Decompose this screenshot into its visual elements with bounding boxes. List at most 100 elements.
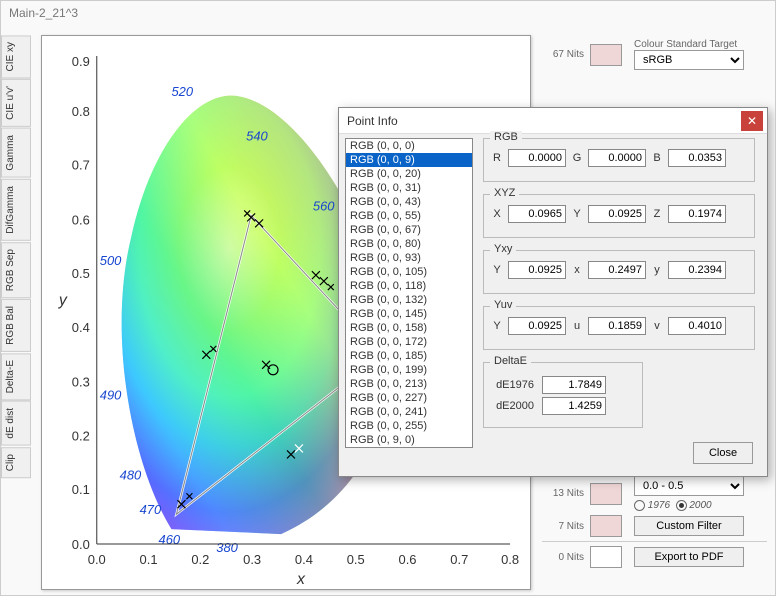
radio-2000[interactable] — [676, 500, 687, 511]
svg-text:0.6: 0.6 — [399, 552, 417, 567]
list-item[interactable]: RGB (0, 0, 132) — [346, 293, 472, 307]
svg-text:0.5: 0.5 — [72, 266, 90, 281]
radio-1976[interactable] — [634, 500, 645, 511]
tab-clip[interactable]: Clip — [1, 447, 31, 478]
list-item[interactable]: RGB (0, 0, 43) — [346, 195, 472, 209]
list-item[interactable]: RGB (0, 0, 227) — [346, 391, 472, 405]
svg-text:540: 540 — [246, 129, 268, 144]
list-item[interactable]: RGB (0, 0, 118) — [346, 279, 472, 293]
list-item[interactable]: RGB (0, 0, 255) — [346, 419, 472, 433]
list-item[interactable]: RGB (0, 0, 172) — [346, 335, 472, 349]
custom-filter-button[interactable]: Custom Filter — [634, 516, 744, 536]
svg-text:0.0: 0.0 — [72, 537, 90, 552]
list-item[interactable]: RGB (0, 0, 80) — [346, 237, 472, 251]
list-item[interactable]: RGB (0, 0, 185) — [346, 349, 472, 363]
svg-text:460: 460 — [159, 532, 181, 547]
tab-rgb-bal[interactable]: RGB Bal — [1, 299, 31, 352]
yxy-x[interactable] — [588, 261, 646, 279]
swatch-7 — [590, 515, 622, 537]
tab-de-dist[interactable]: dE dist — [1, 401, 31, 446]
tab-rgb-sep[interactable]: RGB Sep — [1, 242, 31, 298]
list-item[interactable]: RGB (0, 0, 105) — [346, 265, 472, 279]
point-list[interactable]: RGB (0, 0, 0)RGB (0, 0, 9)RGB (0, 0, 20)… — [345, 138, 473, 448]
svg-text:0.1: 0.1 — [140, 552, 158, 567]
tab-cie-u-v-[interactable]: CIE u'v' — [1, 79, 31, 127]
tab-delta-e[interactable]: Delta-E — [1, 353, 31, 400]
swatch-13 — [590, 483, 622, 505]
de1976[interactable] — [542, 376, 606, 394]
list-item[interactable]: RGB (0, 0, 213) — [346, 377, 472, 391]
list-item[interactable]: RGB (0, 0, 20) — [346, 167, 472, 181]
svg-text:0.5: 0.5 — [347, 552, 365, 567]
swatch-67 — [590, 44, 622, 66]
svg-text:500: 500 — [100, 253, 122, 268]
svg-text:0.2: 0.2 — [72, 428, 90, 443]
close-icon[interactable]: ✕ — [741, 111, 763, 131]
svg-text:0.1: 0.1 — [72, 482, 90, 497]
list-item[interactable]: RGB (0, 0, 9) — [346, 153, 472, 167]
svg-text:0.7: 0.7 — [450, 552, 468, 567]
yuv-u[interactable] — [588, 317, 646, 335]
export-pdf-button[interactable]: Export to PDF — [634, 547, 744, 567]
tab-cie-xy[interactable]: CIE xy — [1, 35, 31, 78]
svg-text:0.4: 0.4 — [72, 320, 90, 335]
yuv-Y[interactable] — [508, 317, 566, 335]
list-item[interactable]: RGB (0, 0, 55) — [346, 209, 472, 223]
svg-text:0.0: 0.0 — [88, 552, 106, 567]
list-item[interactable]: RGB (0, 0, 31) — [346, 181, 472, 195]
list-item[interactable]: RGB (0, 0, 145) — [346, 307, 472, 321]
rgb-g[interactable] — [588, 149, 646, 167]
de2000[interactable] — [542, 397, 606, 415]
svg-text:x: x — [296, 571, 306, 588]
list-item[interactable]: RGB (0, 0, 67) — [346, 223, 472, 237]
nits-0: 0 Nits — [542, 552, 584, 563]
yuv-v[interactable] — [668, 317, 726, 335]
nits-7: 7 Nits — [542, 521, 584, 532]
yxy-y[interactable] — [668, 261, 726, 279]
list-item[interactable]: RGB (0, 0, 93) — [346, 251, 472, 265]
svg-text:0.8: 0.8 — [72, 104, 90, 119]
dialog-title: Point Info — [339, 108, 767, 134]
group-deltae-label: DeltaE — [490, 355, 531, 367]
svg-text:0.6: 0.6 — [72, 212, 90, 227]
svg-text:520: 520 — [171, 84, 193, 99]
point-info-dialog: Point Info ✕ RGB (0, 0, 0)RGB (0, 0, 9)R… — [338, 107, 768, 477]
svg-text:470: 470 — [140, 502, 162, 517]
svg-text:0.9: 0.9 — [72, 54, 90, 69]
color-std-label: Colour Standard Target — [634, 39, 744, 50]
group-yuv-label: Yuv — [490, 299, 516, 311]
svg-text:0.7: 0.7 — [72, 158, 90, 173]
list-item[interactable]: RGB (0, 0, 199) — [346, 363, 472, 377]
svg-text:490: 490 — [100, 388, 122, 403]
svg-text:0.4: 0.4 — [295, 552, 313, 567]
color-std-select[interactable]: sRGB — [634, 50, 744, 70]
list-item[interactable]: RGB (0, 9, 0) — [346, 433, 472, 447]
svg-text:480: 480 — [120, 467, 142, 482]
filter-range-select[interactable]: 0.0 - 0.5 — [634, 476, 744, 496]
nits-13: 13 Nits — [542, 488, 584, 499]
svg-text:0.8: 0.8 — [501, 552, 519, 567]
xyz-y[interactable] — [588, 205, 646, 223]
svg-text:0.3: 0.3 — [72, 375, 90, 390]
group-rgb-label: RGB — [490, 131, 522, 143]
rgb-r[interactable] — [508, 149, 566, 167]
list-item[interactable]: RGB (0, 0, 241) — [346, 405, 472, 419]
group-xyz-label: XYZ — [490, 187, 519, 199]
svg-text:0.2: 0.2 — [191, 552, 209, 567]
rgb-b[interactable] — [668, 149, 726, 167]
svg-text:380: 380 — [216, 540, 238, 555]
list-item[interactable]: RGB (0, 9, 9) — [346, 447, 472, 448]
tab-difgamma[interactable]: DifGamma — [1, 179, 31, 241]
svg-text:560: 560 — [313, 198, 335, 213]
swatch-0 — [590, 546, 622, 568]
xyz-x[interactable] — [508, 205, 566, 223]
list-item[interactable]: RGB (0, 0, 158) — [346, 321, 472, 335]
yxy-Y[interactable] — [508, 261, 566, 279]
svg-text:0.3: 0.3 — [243, 552, 261, 567]
nits-67: 67 Nits — [542, 49, 584, 60]
list-item[interactable]: RGB (0, 0, 0) — [346, 139, 472, 153]
xyz-z[interactable] — [668, 205, 726, 223]
window-title: Main-2_21^3 — [1, 1, 775, 25]
tab-gamma[interactable]: Gamma — [1, 128, 31, 178]
close-button[interactable]: Close — [693, 442, 753, 464]
